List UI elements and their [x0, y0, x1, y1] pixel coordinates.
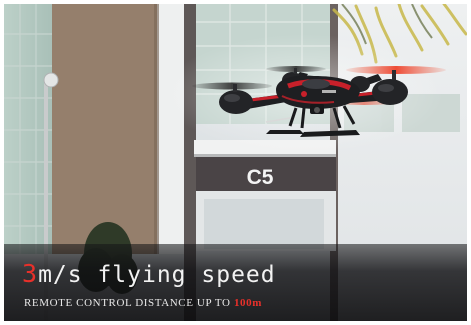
distance-subline: REMOTE CONTROL DISTANCE UP TO 100m [24, 297, 262, 309]
building-sign: C5 [247, 166, 274, 189]
distance-value: 100m [233, 297, 263, 309]
speed-value: 3 [22, 259, 39, 288]
photo-frame: C5 3m/s flying speed REMOTE CONTROL DIST… [4, 4, 467, 321]
propeller-front-left [192, 82, 272, 90]
distance-text: REMOTE CONTROL DISTANCE UP TO [24, 297, 234, 309]
speed-text: m/s flying speed [38, 262, 276, 288]
speed-headline: 3m/s flying speed [22, 259, 276, 288]
